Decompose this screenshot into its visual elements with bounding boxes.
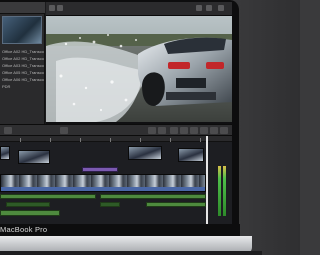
browser-clip-thumbnail[interactable] <box>2 16 42 44</box>
list-item[interactable]: Office A02 HD_Transcode <box>2 55 44 62</box>
connected-clip[interactable] <box>128 146 162 160</box>
tool-blade-icon[interactable] <box>170 127 178 134</box>
brand-label: MacBook Pro <box>0 225 48 234</box>
list-item[interactable]: Office A03 HD_Transcode <box>2 62 44 69</box>
audio-clip[interactable] <box>0 194 96 199</box>
tool-select-icon[interactable] <box>158 127 166 134</box>
audio-clip[interactable] <box>146 202 206 207</box>
audio-clip[interactable] <box>100 194 206 199</box>
view-options-icon[interactable] <box>206 5 212 11</box>
audio-meter-right <box>223 166 226 216</box>
primary-storyline[interactable] <box>0 174 206 192</box>
list-item[interactable]: Office A06 HD_Transcode <box>2 76 44 83</box>
viewer <box>46 2 232 124</box>
playhead[interactable] <box>206 136 208 224</box>
tool-zoom-icon[interactable] <box>180 127 188 134</box>
viewer-title-bar <box>46 2 232 16</box>
connected-clip[interactable] <box>0 146 10 160</box>
playhead-marker-icon[interactable] <box>60 127 68 134</box>
timeline-ruler[interactable] <box>0 136 232 142</box>
laptop: Office A02 HD_Transcode Office A02 HD_Tr… <box>0 0 262 255</box>
timeline-toolbar <box>0 124 232 136</box>
audio-clip[interactable] <box>6 202 50 207</box>
tool-hand-icon[interactable] <box>190 127 198 134</box>
timeline[interactable] <box>0 136 232 224</box>
event-browser: Office A02 HD_Transcode Office A02 HD_Tr… <box>0 2 45 124</box>
audio-meter-left <box>218 166 221 216</box>
list-item[interactable]: Office A05 HD_Transcode <box>2 69 44 76</box>
viewer-options-icon[interactable] <box>57 5 63 11</box>
browser-toolbar <box>0 2 45 14</box>
browser-clip-list: Office A02 HD_Transcode Office A02 HD_Tr… <box>2 48 44 90</box>
viewer-menu-icon[interactable] <box>49 5 55 11</box>
audio-meters-icon[interactable] <box>220 127 228 134</box>
tool-arrow-icon[interactable] <box>148 127 156 134</box>
video-frame <box>46 16 232 122</box>
timeline-back-icon[interactable] <box>4 127 12 134</box>
laptop-base-shadow <box>0 251 262 255</box>
transitions-browser-icon[interactable] <box>210 127 218 134</box>
connected-clip[interactable] <box>18 150 50 164</box>
car-splash-image <box>46 16 232 122</box>
fullscreen-icon[interactable] <box>218 5 224 11</box>
title-clip[interactable] <box>82 167 118 172</box>
effects-browser-icon[interactable] <box>200 127 208 134</box>
list-item[interactable]: PDR <box>2 83 44 90</box>
connected-clip[interactable] <box>178 148 204 162</box>
zoom-icon[interactable] <box>196 5 202 11</box>
list-item[interactable]: Office A02 HD_Transcode <box>2 48 44 55</box>
audio-clip[interactable] <box>100 202 120 207</box>
final-cut-pro-window: Office A02 HD_Transcode Office A02 HD_Tr… <box>0 2 232 224</box>
music-clip[interactable] <box>0 210 60 216</box>
